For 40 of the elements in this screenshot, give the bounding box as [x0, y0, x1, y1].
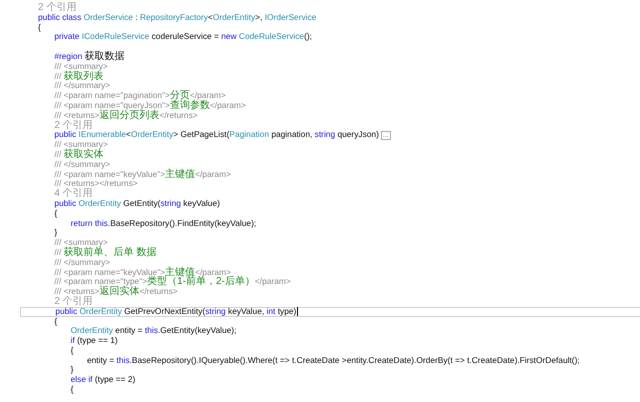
code-line: /// </summary>	[54, 160, 110, 170]
code-line: public IEnumerable<OrderEntity> GetPageList(Pagination pagination, string queryJson)	[54, 130, 379, 140]
code-line: {	[70, 385, 74, 395]
code-line: {	[54, 316, 58, 326]
code-line: /// <returns>返回分页列表</returns>	[54, 110, 198, 121]
code-line: /// <returns></returns>	[54, 179, 138, 188]
code-line: /// <summary>	[54, 140, 108, 150]
code-line: return this.BaseRepository().FindEntity(keyValue);	[70, 218, 256, 228]
text-cursor	[297, 307, 298, 316]
code-line: public OrderEntity GetEntity(string keyValue)	[54, 198, 220, 209]
code-line: public OrderEntity GetPrevOrNextEntity(string keyValue, int type)	[55, 306, 296, 316]
code-line: private ICodeRuleService coderuleService = new CodeRuleService();	[54, 32, 312, 42]
reference-count[interactable]: 2 个引用	[38, 3, 76, 13]
code-line: /// 获取前单、后单 数据	[54, 248, 156, 258]
code-line: /// </summary>	[54, 81, 110, 92]
reference-count[interactable]: 2 个引用	[54, 120, 93, 130]
code-line: /// <returns>返回实体</returns>	[54, 287, 178, 297]
code-line: /// </summary>	[54, 258, 110, 268]
code-line: {	[38, 22, 41, 32]
code-line: /// <param name="pagination">分页</param>	[54, 91, 226, 101]
code-line: }	[70, 365, 74, 376]
code-line: entity = this.BaseRepository().IQueryable().Where(t => t.CreateDate >entity.CreateDate).OrderBy(t => t.CreateDate).FirstOrDefault();	[86, 356, 580, 366]
code-line: {	[70, 346, 74, 356]
code-line: /// <summary>	[54, 62, 108, 71]
code-line: }	[54, 228, 58, 238]
code-line: /// <param name="keyValue">主键值</param>	[54, 170, 231, 180]
code-line: OrderEntity entity = this.GetEntity(keyValue);	[70, 326, 236, 336]
code-line: else if (type == 2)	[70, 375, 136, 386]
code-line: /// <param name="keyValue">主键值</param>	[54, 268, 231, 278]
code-line: public class OrderService : RepositoryFactory<OrderEntity>, IOrderService	[38, 12, 316, 23]
code-line: /// 获取实体	[54, 150, 104, 160]
code-line: #region 获取数据	[54, 52, 125, 62]
code-line: /// 获取列表	[54, 72, 104, 82]
code-line: /// <param name="queryJson">查询参数</param>	[54, 100, 246, 111]
reference-count[interactable]: 2 个引用	[54, 296, 93, 307]
reference-count[interactable]: 4 个引用	[54, 189, 93, 199]
code-line: if (type == 1)	[70, 336, 118, 346]
code-line: {	[54, 208, 58, 219]
code-line: /// <param name="type">类型（1-前单，2-后单）</param>	[54, 277, 291, 288]
code-line: /// <summary>	[54, 238, 108, 248]
